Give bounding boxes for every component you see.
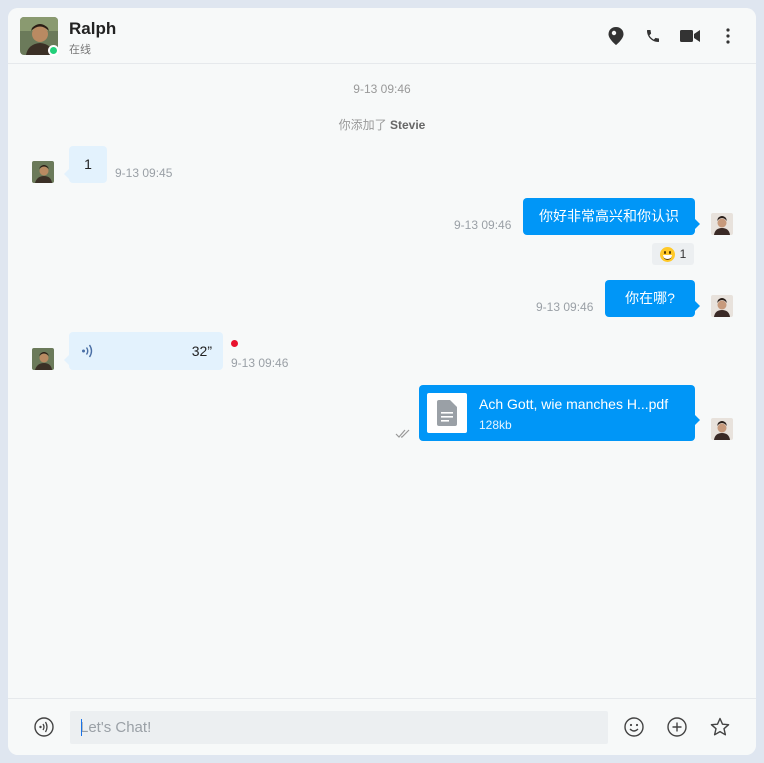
message-timestamp: 9-13 09:46	[231, 356, 289, 370]
system-message-user: Stevie	[390, 118, 426, 132]
message-timestamp: 9-13 09:45	[115, 166, 173, 180]
message-composer	[8, 698, 756, 755]
voice-wave-icon	[81, 343, 95, 362]
file-message-bubble[interactable]: Ach Gott, wie manches H...pdf 128kb	[419, 385, 700, 441]
date-label: 9-13 09:46	[353, 82, 411, 96]
file-name: Ach Gott, wie manches H...pdf	[479, 396, 669, 412]
message-bubble[interactable]: 1	[64, 146, 107, 183]
document-icon	[427, 393, 467, 433]
text-caret	[81, 719, 82, 736]
message-text: 1	[84, 156, 92, 172]
message-timestamp: 9-13 09:46	[536, 300, 594, 314]
add-icon[interactable]	[665, 715, 689, 739]
message-bubble[interactable]: 你好非常高兴和你认识	[523, 198, 700, 235]
phone-icon[interactable]	[641, 24, 665, 48]
chat-input[interactable]	[70, 711, 608, 744]
location-icon[interactable]	[604, 24, 628, 48]
my-avatar[interactable]	[711, 213, 733, 235]
star-icon[interactable]	[708, 715, 732, 739]
reaction-badge[interactable]: 1	[652, 243, 694, 265]
smile-emoji-icon	[659, 246, 675, 262]
message-text: 你好非常高兴和你认识	[539, 208, 679, 224]
my-avatar[interactable]	[711, 295, 733, 317]
emoji-icon[interactable]	[622, 715, 646, 739]
file-size: 128kb	[479, 418, 512, 432]
unread-dot	[231, 340, 238, 347]
message-text: 你在哪?	[625, 290, 675, 306]
chat-header: Ralph 在线	[8, 8, 756, 64]
chat-window: Ralph 在线 9-13 09:46 你添加了 Stevie 1 9-13 0…	[8, 8, 756, 755]
contact-avatar-small[interactable]	[32, 348, 54, 370]
reaction-count: 1	[679, 247, 687, 261]
voice-input-icon[interactable]	[32, 715, 56, 739]
voice-duration: 32”	[191, 343, 212, 359]
voice-message-bubble[interactable]: 32”	[64, 332, 223, 370]
video-icon[interactable]	[678, 24, 702, 48]
contact-status: 在线	[69, 44, 91, 56]
system-message: 你添加了 Stevie	[8, 116, 756, 133]
contact-avatar-small[interactable]	[32, 161, 54, 183]
online-status-dot	[48, 45, 59, 56]
message-timestamp: 9-13 09:46	[454, 218, 512, 232]
more-icon[interactable]	[716, 24, 740, 48]
contact-name: Ralph	[69, 19, 117, 38]
message-bubble[interactable]: 你在哪?	[605, 280, 700, 317]
system-message-text: 你添加了	[338, 118, 387, 132]
my-avatar[interactable]	[711, 418, 733, 440]
read-receipt-icon	[395, 426, 411, 444]
